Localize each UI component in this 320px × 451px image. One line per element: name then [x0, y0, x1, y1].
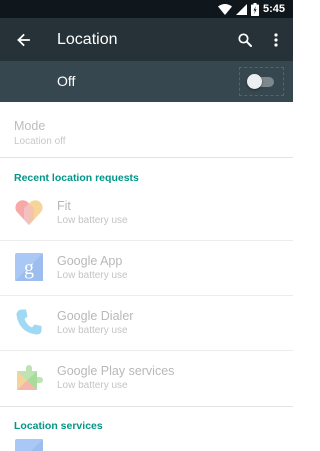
search-button[interactable] — [232, 27, 258, 53]
page-title: Location — [57, 31, 118, 48]
toolbar: Location — [0, 18, 293, 61]
wifi-icon — [217, 3, 232, 15]
list-item-fit[interactable]: Fit Low battery use — [0, 186, 293, 240]
status-time: 5:45 — [262, 3, 285, 15]
status-icons: 5:45 — [217, 2, 285, 16]
google-app-icon: g — [15, 253, 43, 281]
app-name: Google Dialer — [57, 309, 134, 323]
list-item-google-play-services[interactable]: Google Play services Low battery use — [0, 351, 293, 405]
more-vert-icon — [274, 33, 278, 47]
search-icon — [238, 33, 252, 47]
app-name: Fit — [57, 199, 71, 213]
arrow-back-icon — [17, 33, 30, 47]
status-bar: 5:45 — [0, 0, 293, 18]
battery-icon — [250, 2, 259, 16]
list-item-google-app[interactable]: g Google App Low battery use — [0, 241, 293, 295]
phone-dialer-icon — [16, 309, 42, 335]
list-item-google-dialer[interactable]: Google Dialer Low battery use — [0, 296, 293, 350]
app-battery-use: Low battery use — [57, 270, 128, 281]
toggle-thumb[interactable] — [247, 74, 262, 89]
app-name: Google Play services — [57, 364, 175, 378]
mode-subtitle: Location off — [14, 136, 66, 147]
master-switch-label: Off — [57, 73, 76, 89]
recent-requests-header: Recent location requests — [14, 172, 139, 184]
mode-title: Mode — [14, 119, 46, 133]
back-button[interactable] — [10, 27, 36, 53]
more-options-button[interactable] — [266, 27, 286, 53]
location-service-icon — [13, 437, 45, 451]
location-services-header: Location services — [14, 420, 103, 432]
fit-heart-icon — [15, 200, 43, 225]
signal-icon — [235, 3, 247, 15]
app-battery-use: Low battery use — [57, 380, 128, 391]
app-name: Google App — [57, 254, 123, 268]
app-battery-use: Low battery use — [57, 215, 128, 226]
app-battery-use: Low battery use — [57, 325, 128, 336]
section-divider — [0, 406, 293, 407]
mode-setting-row[interactable]: Mode Location off — [0, 102, 293, 156]
svg-text:g: g — [24, 257, 34, 279]
section-divider — [0, 157, 293, 158]
puzzle-piece-icon — [17, 365, 43, 390]
